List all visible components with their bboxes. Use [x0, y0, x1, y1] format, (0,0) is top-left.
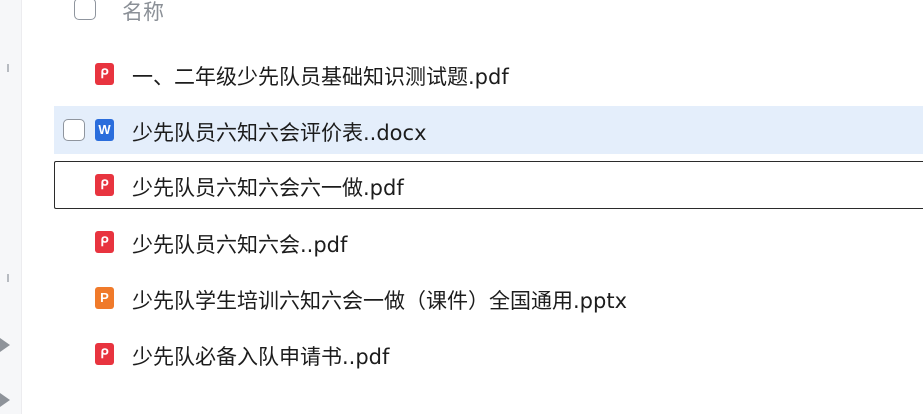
gutter-tick — [7, 64, 9, 72]
file-row-selected[interactable]: W 少先队员六知六会评价表..docx — [54, 106, 923, 154]
file-row[interactable]: ᑭ 一、二年级少先队员基础知识测试题.pdf — [54, 50, 923, 98]
file-name[interactable]: 少先队学生培训六知六会一做（课件）全国通用.pptx — [132, 285, 627, 315]
collapse-arrow-icon[interactable] — [0, 338, 10, 352]
file-name[interactable]: 少先队员六知六会评价表..docx — [132, 117, 427, 147]
file-name[interactable]: 少先队必备入队申请书..pdf — [132, 341, 389, 371]
select-all-checkbox[interactable] — [74, 0, 96, 20]
name-column-header[interactable]: 名称 — [122, 0, 164, 26]
pdf-file-icon: ᑭ — [95, 174, 114, 196]
file-row-focused[interactable]: ᑭ 少先队员六知六会六一做.pdf — [54, 161, 923, 209]
file-row[interactable]: ᑭ 少先队员六知六会..pdf — [54, 218, 923, 266]
file-row[interactable]: P 少先队学生培训六知六会一做（课件）全国通用.pptx — [54, 274, 923, 322]
file-name[interactable]: 少先队员六知六会..pdf — [132, 229, 347, 259]
file-name[interactable]: 少先队员六知六会六一做.pdf — [132, 172, 404, 202]
file-list-panel: 名称 ᑭ 一、二年级少先队员基础知识测试题.pdf W 少先队员六知六会评价表.… — [0, 0, 923, 414]
pdf-file-icon: ᑭ — [95, 63, 114, 85]
pdf-file-icon: ᑭ — [95, 231, 114, 253]
list-header: 名称 — [54, 0, 923, 34]
word-file-icon: W — [95, 119, 114, 141]
gutter-tick — [7, 274, 9, 282]
ppt-file-icon: P — [95, 287, 114, 309]
file-row[interactable]: ᑭ 少先队必备入队申请书..pdf — [54, 330, 923, 378]
left-sidebar-edge — [0, 0, 22, 414]
pdf-file-icon: ᑭ — [95, 343, 114, 365]
row-checkbox[interactable] — [63, 119, 85, 141]
collapse-arrow-icon[interactable] — [0, 393, 10, 407]
file-name[interactable]: 一、二年级少先队员基础知识测试题.pdf — [132, 61, 509, 91]
